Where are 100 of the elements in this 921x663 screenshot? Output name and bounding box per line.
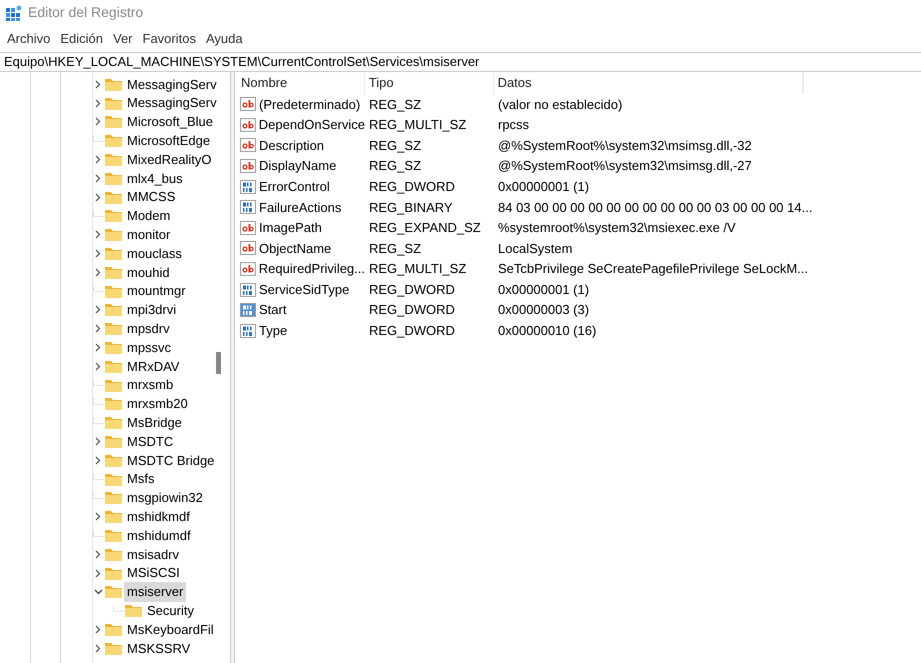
scrollbar-thumb[interactable] <box>216 352 221 374</box>
value-data: %systemroot%\system32\msiexec.exe /V <box>498 220 736 236</box>
value-name[interactable]: DisplayName <box>259 156 336 176</box>
tree-item[interactable]: Modem <box>124 206 174 226</box>
tree-item[interactable]: MsKeyboardFil <box>124 620 217 640</box>
tree-item[interactable]: mrxsmb20 <box>124 394 191 414</box>
folder-icon <box>105 529 122 542</box>
menu-item[interactable]: Edición <box>55 28 108 48</box>
expand-chevron-icon[interactable] <box>95 550 101 559</box>
value-name[interactable]: RequiredPrivileg... <box>258 259 365 279</box>
column-header[interactable]: Tipo <box>364 72 494 94</box>
value-data: 0x00000001 (1) <box>498 178 590 194</box>
value-name[interactable]: ImagePath <box>259 218 322 238</box>
expand-chevron-icon[interactable] <box>95 343 101 352</box>
tree-item[interactable]: MessagingServ <box>124 74 220 94</box>
folder-icon <box>105 303 122 316</box>
tree-item[interactable]: MessagingServ <box>124 93 220 113</box>
expand-chevron-icon[interactable] <box>95 268 101 277</box>
tree-item[interactable]: mountmgr <box>124 281 189 301</box>
value-data: 0x00000001 (1) <box>498 282 590 297</box>
expand-chevron-icon[interactable] <box>95 174 101 183</box>
folder-icon <box>105 397 122 410</box>
tree-item[interactable]: mshidumdf <box>124 526 194 546</box>
tree-item[interactable]: mlx4_bus <box>124 168 186 188</box>
expand-chevron-icon[interactable] <box>95 437 101 446</box>
tree-item[interactable]: monitor <box>124 225 174 245</box>
value-data: 0x00000003 (3) <box>498 302 590 318</box>
value-type: REG_SZ <box>369 138 422 153</box>
expand-chevron-icon[interactable] <box>95 644 101 653</box>
expand-chevron-icon[interactable] <box>95 192 101 202</box>
tree-item[interactable]: Msfs <box>124 469 158 489</box>
value-name[interactable]: (Predeterminado) <box>259 94 360 114</box>
tree-item[interactable]: MMCSS <box>124 187 178 207</box>
value-name[interactable]: Description <box>259 136 324 156</box>
folder-icon <box>105 548 122 561</box>
tree-item[interactable]: mpsdrv <box>124 319 173 339</box>
column-header[interactable]: Datos <box>494 72 804 94</box>
folder-icon <box>105 378 122 392</box>
folder-icon <box>105 642 122 655</box>
tree-item[interactable]: MSDTC <box>124 432 176 452</box>
value-name[interactable]: ObjectName <box>259 238 332 258</box>
value-name[interactable]: DependOnService <box>258 115 365 135</box>
value-name[interactable]: Start <box>259 300 286 320</box>
folder-icon <box>105 96 122 110</box>
expand-chevron-icon[interactable] <box>95 456 101 465</box>
collapse-chevron-icon[interactable] <box>94 588 102 595</box>
value-name[interactable]: FailureActions <box>259 198 342 218</box>
folder-icon <box>105 623 122 636</box>
expand-chevron-icon[interactable] <box>95 155 101 164</box>
tree-item[interactable]: msgpiowin32 <box>124 488 206 508</box>
expand-chevron-icon[interactable] <box>95 512 101 522</box>
expand-chevron-icon[interactable] <box>95 117 101 126</box>
menu-item[interactable]: Archivo <box>2 28 56 48</box>
tree-item[interactable]: MSDTC Bridge <box>124 450 218 470</box>
tree-item[interactable]: Security <box>144 600 197 620</box>
folder-icon <box>105 322 122 336</box>
value-type: REG_MULTI_SZ <box>369 117 466 132</box>
tree-item[interactable]: MixedRealityO <box>124 150 215 170</box>
value-type: REG_DWORD <box>369 302 455 318</box>
tree-item[interactable]: mouclass <box>124 244 185 264</box>
expand-chevron-icon[interactable] <box>95 98 101 108</box>
tree-item[interactable]: msiserver <box>124 582 186 602</box>
menu-item[interactable]: Ayuda <box>200 28 248 48</box>
address-bar[interactable]: Equipo\HKEY_LOCAL_MACHINE\SYSTEM\CurrentControlSet\Services\msiserver <box>0 52 921 72</box>
tree-item[interactable]: mouhid <box>124 262 173 282</box>
tree-item[interactable]: mrxsmb <box>124 375 176 395</box>
tree-item[interactable]: msisadrv <box>124 544 182 564</box>
tree-item[interactable]: mshidkmdf <box>124 506 193 526</box>
expand-chevron-icon[interactable] <box>95 362 101 371</box>
folder-icon <box>105 585 122 598</box>
value-name[interactable]: ServiceSidType <box>259 280 350 300</box>
expand-chevron-icon[interactable] <box>95 249 101 258</box>
column-header[interactable]: Nombre <box>237 72 365 94</box>
folder-icon <box>105 172 122 185</box>
tree-item[interactable]: MSiSCSI <box>124 563 183 583</box>
tree-item[interactable]: MicrosoftEdge <box>124 131 214 151</box>
tree-item[interactable]: mpi3drvi <box>124 300 180 320</box>
expand-chevron-icon[interactable] <box>95 80 101 89</box>
expand-chevron-icon[interactable] <box>95 568 101 578</box>
tree-item[interactable]: MsBridge <box>124 413 185 432</box>
tree-item[interactable]: MSKSSRV <box>124 638 194 658</box>
value-name[interactable]: ErrorControl <box>259 176 330 196</box>
menu-item[interactable]: Ver <box>108 28 138 48</box>
value-type: REG_SZ <box>369 240 422 256</box>
expand-chevron-icon[interactable] <box>95 305 101 314</box>
tree-item[interactable]: Microsoft_Blue <box>124 112 216 132</box>
folder-icon <box>105 510 122 524</box>
expand-chevron-icon[interactable] <box>95 324 101 334</box>
menu-item[interactable]: Favoritos <box>138 28 201 48</box>
folder-icon <box>105 153 122 166</box>
app-icon <box>6 4 22 20</box>
folder-icon <box>105 209 122 222</box>
tree-item[interactable]: mpssvc <box>124 338 174 358</box>
tree-item[interactable]: MRxDAV <box>124 356 182 376</box>
value-type: REG_DWORD <box>369 178 455 194</box>
value-name[interactable]: Type <box>259 321 288 341</box>
value-data: LocalSystem <box>498 240 572 256</box>
expand-chevron-icon[interactable] <box>95 625 101 634</box>
expand-chevron-icon[interactable] <box>95 230 101 240</box>
folder-icon <box>105 247 122 260</box>
